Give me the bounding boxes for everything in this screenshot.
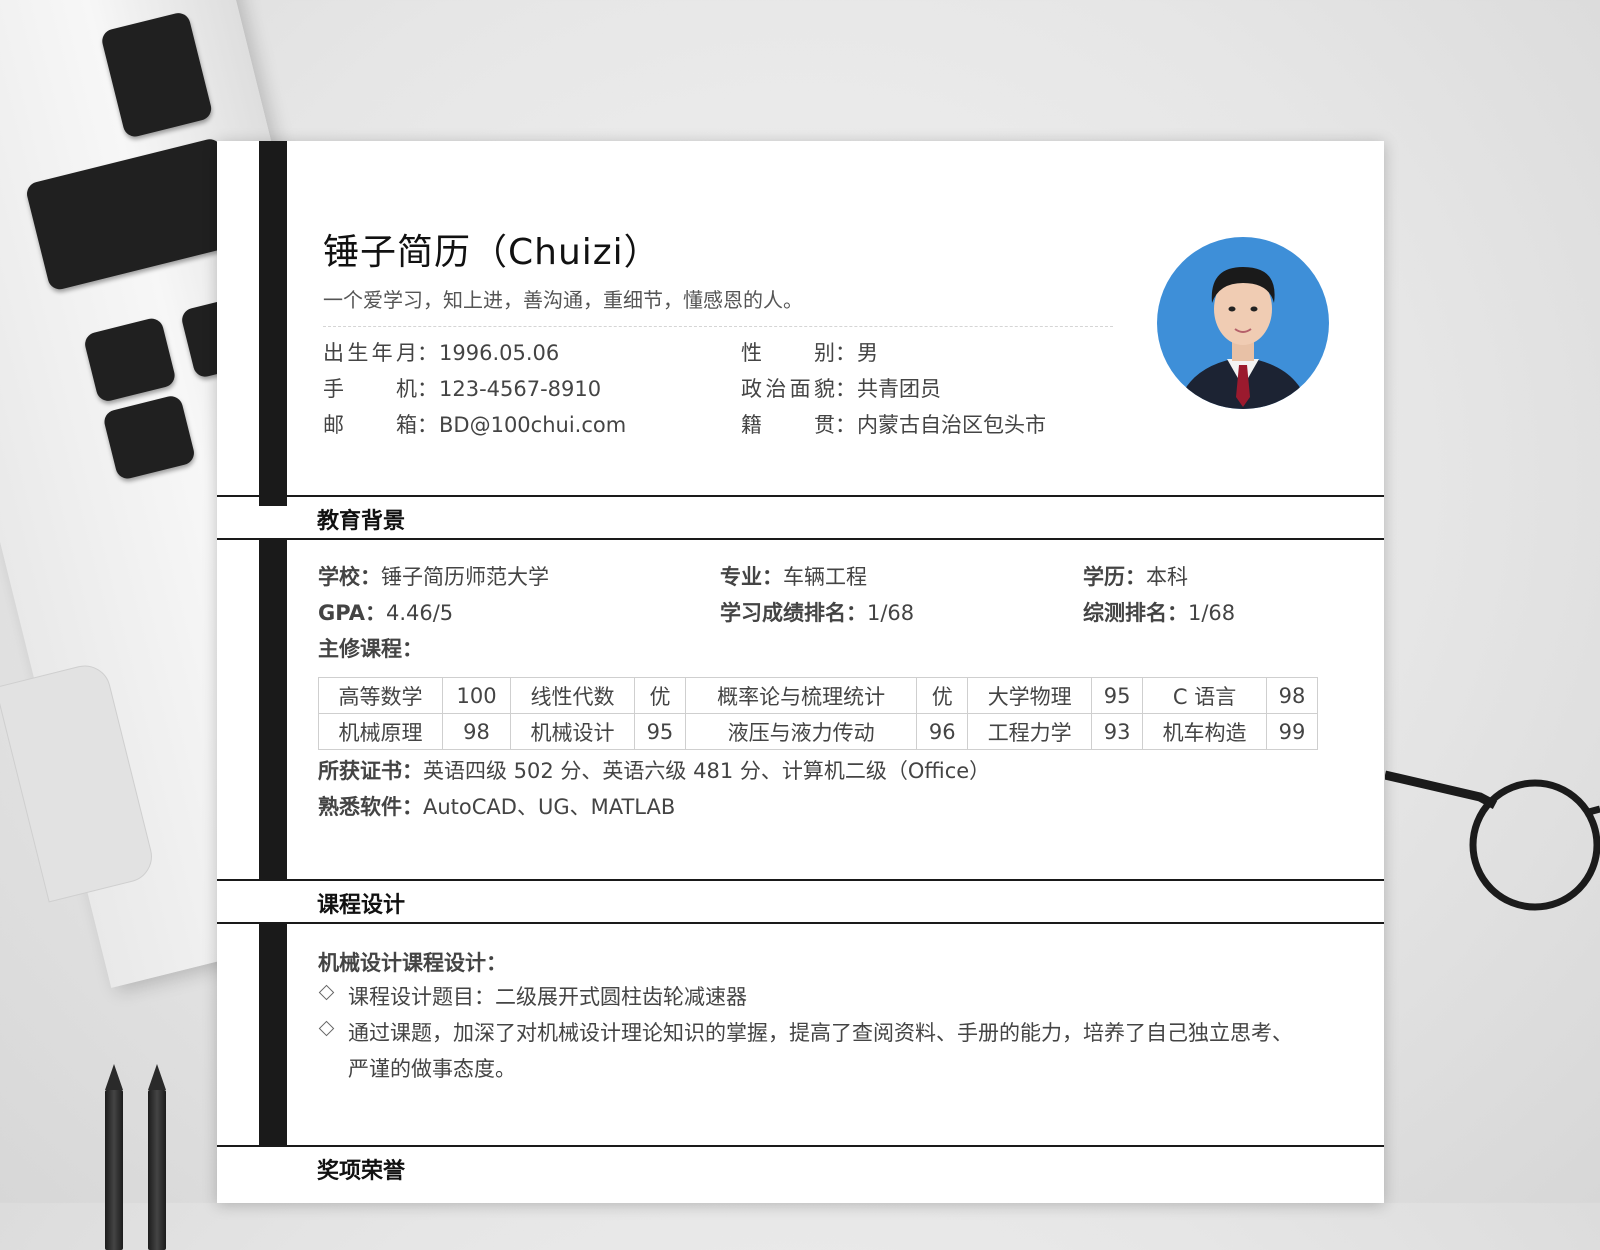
resume-motto: 一个爱学习，知上进，善沟通，重细节，懂感恩的人。 — [323, 288, 803, 312]
section-rule — [217, 495, 1384, 497]
edu-degree: 学历：本科 — [1083, 565, 1188, 589]
score-cell: 99 — [1266, 713, 1318, 750]
edu-certificates: 所获证书：英语四级 502 分、英语六级 481 分、计算机二级（Office） — [318, 759, 991, 783]
diamond-bullet-icon — [318, 984, 335, 1001]
table-row: 机械原理 98 机械设计 95 液压与液力传动 96 工程力学 93 机车构造 … — [317, 713, 1318, 750]
info-political: 政治面貌：共青团员 — [741, 377, 941, 401]
edu-software: 熟悉软件：AutoCAD、UG、MATLAB — [318, 795, 676, 819]
score-cell: 100 — [442, 677, 511, 714]
accent-bar — [259, 141, 287, 506]
score-cell: 93 — [1091, 713, 1144, 750]
section-title-course-design: 课程设计 — [317, 893, 406, 918]
info-email: 邮箱：BD@100chui.com — [323, 413, 627, 437]
course-cell: 线性代数 — [509, 677, 636, 714]
score-cell: 96 — [916, 713, 969, 750]
section-rule — [217, 879, 1384, 881]
courses-table: 高等数学 100 线性代数 优 概率论与梳理统计 优 大学物理 95 C 语言 … — [317, 677, 1318, 750]
edu-rank: 学习成绩排名：1/68 — [720, 601, 915, 625]
course-cell: 概率论与梳理统计 — [684, 677, 918, 714]
score-cell: 98 — [442, 713, 511, 750]
course-cell: 机械设计 — [509, 713, 636, 750]
laptop-key-shift — [24, 136, 246, 292]
diamond-bullet-icon — [318, 1020, 335, 1037]
course-cell: 高等数学 — [317, 677, 444, 714]
laptop-key-arrow-down — [101, 393, 197, 482]
score-cell: 优 — [634, 677, 686, 714]
laptop-trackpad — [0, 660, 158, 903]
course-cell: 液压与液力传动 — [684, 713, 918, 750]
pencil-decoration — [105, 1064, 123, 1250]
laptop-key — [99, 10, 214, 140]
glasses-decoration — [1385, 770, 1600, 911]
info-birth: 出生年月：1996.05.06 — [323, 341, 560, 365]
section-rule — [217, 1145, 1384, 1147]
info-hometown: 籍贯：内蒙古自治区包头市 — [741, 413, 1046, 437]
score-cell: 95 — [634, 713, 686, 750]
score-cell: 95 — [1091, 677, 1144, 714]
edu-courses-label: 主修课程： — [318, 637, 423, 661]
section-rule — [217, 922, 1384, 924]
section-rule — [217, 538, 1384, 540]
divider — [323, 326, 1113, 327]
edu-overall-rank: 综测排名：1/68 — [1083, 601, 1236, 625]
edu-major: 专业：车辆工程 — [720, 565, 867, 589]
course-cell: 机械原理 — [317, 713, 444, 750]
resume-sheet: 锤子简历（Chuizi） 一个爱学习，知上进，善沟通，重细节，懂感恩的人。 出生… — [217, 141, 1384, 1203]
score-cell: 优 — [916, 677, 969, 714]
course-cell: 机车构造 — [1142, 713, 1268, 750]
laptop-key-arrow-up — [82, 316, 178, 404]
section-title-education: 教育背景 — [317, 509, 406, 534]
accent-bar — [259, 924, 287, 1146]
resume-name: 锤子简历（Chuizi） — [323, 232, 661, 273]
accent-bar — [259, 540, 287, 880]
info-gender: 性别：男 — [741, 341, 878, 365]
section-title-awards: 奖项荣誉 — [317, 1159, 406, 1184]
course-cell: 工程力学 — [967, 713, 1093, 750]
edu-gpa: GPA：4.46/5 — [318, 601, 454, 625]
course-cell: C 语言 — [1142, 677, 1268, 714]
course-design-heading: 机械设计课程设计： — [318, 951, 507, 975]
course-cell: 大学物理 — [967, 677, 1093, 714]
score-cell: 98 — [1266, 677, 1318, 714]
portrait-icon — [1177, 267, 1309, 409]
edu-school: 学校：锤子简历师范大学 — [318, 565, 549, 589]
avatar — [1157, 237, 1329, 409]
info-phone: 手机：123-4567-8910 — [323, 377, 602, 401]
table-row: 高等数学 100 线性代数 优 概率论与梳理统计 优 大学物理 95 C 语言 … — [317, 677, 1318, 714]
pencil-decoration — [148, 1064, 166, 1250]
